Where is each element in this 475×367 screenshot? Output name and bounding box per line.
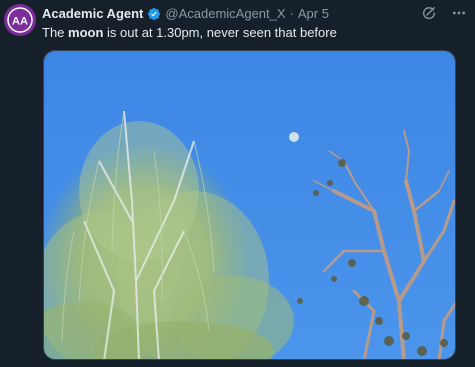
avatar-logo: AA [5,5,35,35]
author-handle[interactable]: @AcademicAgent_X [165,5,285,22]
tweet-date[interactable]: Apr 5 [298,5,329,22]
scroll-edge [467,0,475,367]
tweet-text-bold: moon [68,25,104,40]
verified-badge-icon[interactable] [147,7,161,21]
tweet-header: Academic Agent @AcademicAgent_X · Apr 5 [42,5,329,22]
tweet-text: The moon is out at 1.30pm, never seen th… [42,24,337,41]
tweet-text-start: The [42,25,69,40]
separator: · [289,6,294,21]
more-icon[interactable] [449,3,469,23]
sky-trees-photo [44,51,455,359]
author-name[interactable]: Academic Agent [42,5,143,22]
tweet-actions [419,3,469,23]
grok-icon[interactable] [419,3,439,23]
tweet-card[interactable]: AA Academic Agent @AcademicAgent_X · Apr… [0,0,475,367]
tweet-text-end: is out at 1.30pm, never seen that before [103,25,337,40]
tweet-photo[interactable] [43,50,456,360]
avatar[interactable]: AA [4,4,36,36]
moon [289,132,299,142]
svg-text:AA: AA [12,16,28,28]
